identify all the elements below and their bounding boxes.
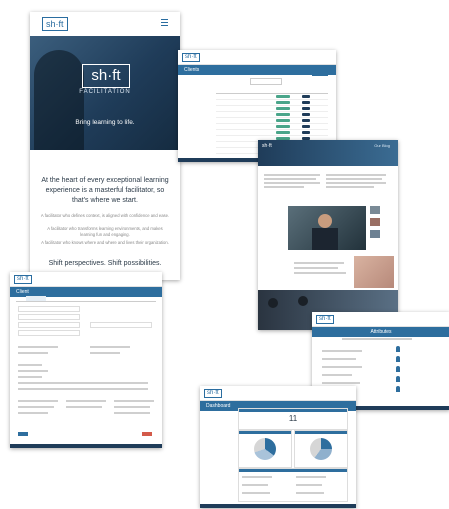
logo[interactable]: sh·ft xyxy=(14,275,32,284)
tab-active[interactable] xyxy=(26,296,46,301)
add-client-button[interactable] xyxy=(312,72,328,76)
text-input[interactable] xyxy=(90,322,152,328)
attributes-topbar: sh·ft xyxy=(312,312,449,327)
sidebar-thumb-3[interactable] xyxy=(370,230,380,238)
intro-heading: At the heart of every exceptional learni… xyxy=(41,177,169,204)
articles-screenshot: sh·ft Our Blog xyxy=(258,140,398,330)
person-icon xyxy=(396,386,400,392)
logo[interactable]: sh·ft xyxy=(42,17,68,31)
articles-header: sh·ft Our Blog xyxy=(258,140,398,166)
tab-strip xyxy=(16,296,156,302)
person-icon xyxy=(396,346,400,352)
logo[interactable]: sh·ft xyxy=(204,389,222,398)
hero-tagline: Bring learning to life. xyxy=(75,119,135,126)
logo[interactable]: sh·ft xyxy=(182,53,200,62)
pie-chart-right xyxy=(310,438,332,460)
intro-paragraph-1: A facilitator who defines context, is al… xyxy=(40,213,170,218)
page-title: Dashboard xyxy=(206,403,231,409)
menu-icon[interactable] xyxy=(161,19,168,26)
back-button[interactable] xyxy=(18,432,28,436)
person-silhouette xyxy=(34,50,84,150)
search-input[interactable] xyxy=(250,78,282,85)
logo[interactable]: sh·ft xyxy=(262,143,272,149)
hero-banner: sh·ft FACILITATION Bring learning to lif… xyxy=(30,36,180,150)
slogan: Shift perspectives. Shift possibilities. xyxy=(48,260,162,267)
hero-subtitle: FACILITATION xyxy=(79,89,131,95)
article-image-speaker[interactable] xyxy=(288,206,366,250)
person-icon xyxy=(396,376,400,382)
page-title: Clients xyxy=(184,67,200,73)
dashboard-screenshot: sh·ft Dashboard 11 xyxy=(200,386,356,508)
logo[interactable]: sh·ft xyxy=(316,315,334,324)
intro-paragraph-2: A facilitator who transforms learning en… xyxy=(47,226,163,237)
page-title: Attributes xyxy=(370,329,392,335)
dashboard-footer xyxy=(200,504,356,508)
page-title: Client xyxy=(16,289,29,295)
text-input[interactable] xyxy=(18,306,80,312)
clients-topbar: sh·ft xyxy=(178,50,336,65)
total-count: 11 xyxy=(288,414,298,423)
article-image-child[interactable] xyxy=(354,256,394,288)
hero-logo-box: sh·ft xyxy=(82,64,130,88)
text-input[interactable] xyxy=(18,330,80,336)
person-icon xyxy=(396,356,400,362)
client-form-screenshot: sh·ft Client xyxy=(10,272,162,448)
attributes-title-bar: Attributes xyxy=(312,327,449,337)
nav-section[interactable]: Our Blog xyxy=(374,143,390,148)
form-topbar: sh·ft xyxy=(10,272,162,287)
intro-paragraph-3: A facilitator who knows where and where … xyxy=(41,240,169,245)
pie-card-left xyxy=(238,430,292,468)
delete-button[interactable] xyxy=(142,432,152,436)
pie-chart-left xyxy=(254,438,276,460)
sidebar-thumb-2[interactable] xyxy=(370,218,380,226)
hero-logo: sh·ft xyxy=(91,67,121,84)
homepage-screenshot: sh·ft sh·ft FACILITATION Bring learning … xyxy=(30,12,180,280)
form-footer xyxy=(10,444,162,448)
dashboard-topbar: sh·ft xyxy=(200,386,356,401)
total-card: 11 xyxy=(238,408,348,430)
sidebar-thumb-1[interactable] xyxy=(370,206,380,214)
text-input[interactable] xyxy=(18,322,80,328)
pie-card-right xyxy=(294,430,348,468)
person-icon xyxy=(396,366,400,372)
text-input[interactable] xyxy=(18,314,80,320)
